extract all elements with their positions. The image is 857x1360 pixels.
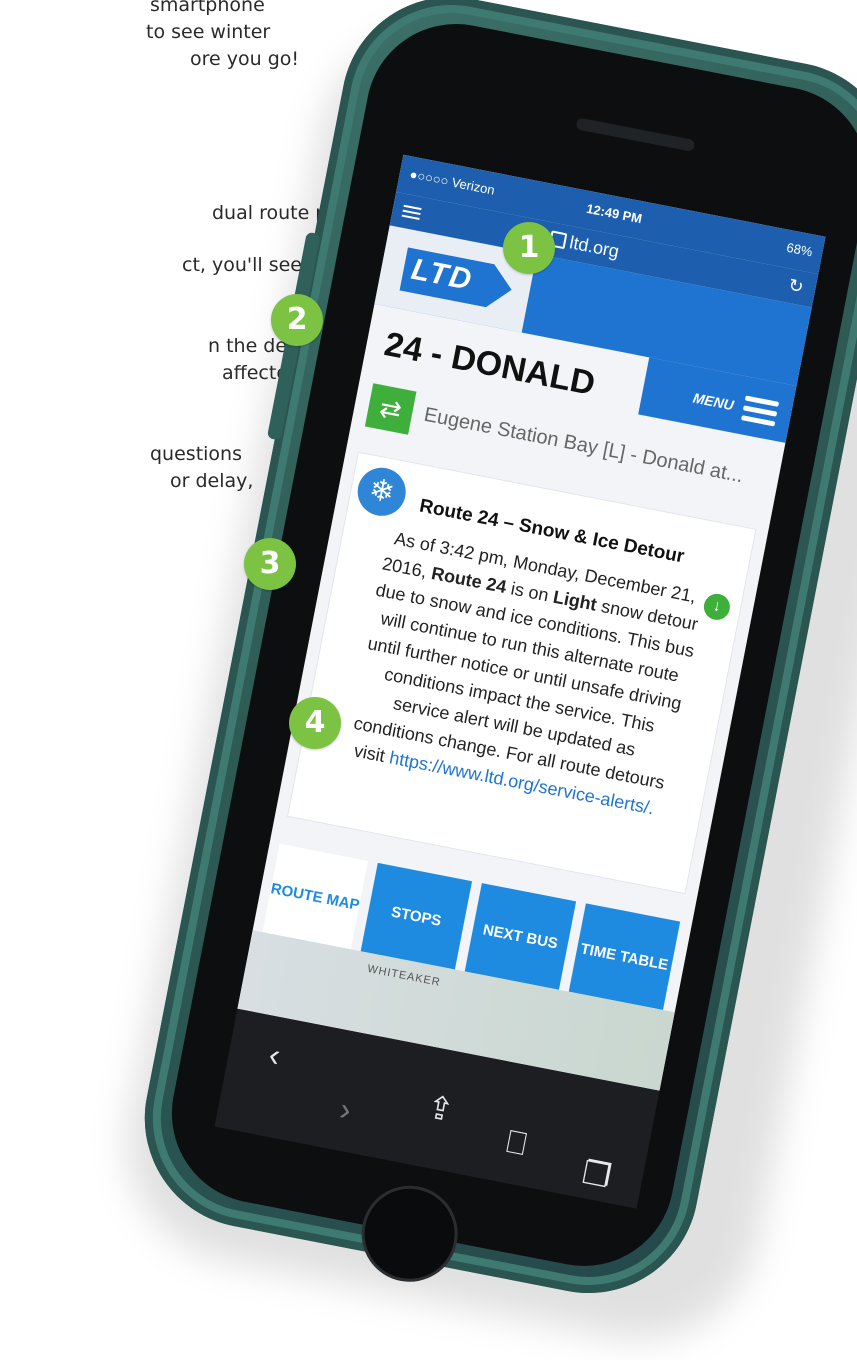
earpiece [575,117,696,153]
service-alert-card: ❄ ↓ Route 24 – Snow & Ice Detour As of 3… [286,451,757,895]
url-text[interactable]: ltd.org [568,232,621,262]
phone-photo: ●○○○○ Verizon 12:49 PM 68% ltd.org ↻ LTD [106,0,857,1360]
bookmarks-icon[interactable]: ⎕ [503,1123,530,1164]
tabs-icon[interactable]: ❐ [579,1153,614,1196]
swap-arrows-icon[interactable]: ⇄ [364,383,417,435]
battery: 68% [785,239,814,260]
snowflake-icon: ❄ [353,463,410,520]
forward-icon[interactable]: › [337,1091,354,1129]
alert-body: As of 3:42 pm, Monday, December 21, 2016… [339,523,709,825]
alert-text: is on [509,578,551,606]
map-label: WHITEAKER [366,962,442,989]
badge-1: 1 [503,222,555,274]
hamburger-icon[interactable] [740,391,780,432]
reload-icon[interactable]: ↻ [787,275,806,298]
badge-3: 3 [244,538,296,590]
carrier: ●○○○○ Verizon [408,166,496,198]
share-icon[interactable]: ⇪ [424,1087,458,1129]
caption-line: smartphone [150,0,265,16]
back-icon[interactable]: ‹ [266,1036,283,1074]
reader-icon[interactable] [401,202,422,223]
clock: 12:49 PM [585,200,644,227]
tab-route-map[interactable]: ROUTE MAP [262,843,368,950]
badge-4: 4 [289,697,341,749]
alert-level: Light [551,586,599,615]
badge-2: 2 [271,294,323,346]
phone-screen: ●○○○○ Verizon 12:49 PM 68% ltd.org ↻ LTD [237,154,826,1091]
